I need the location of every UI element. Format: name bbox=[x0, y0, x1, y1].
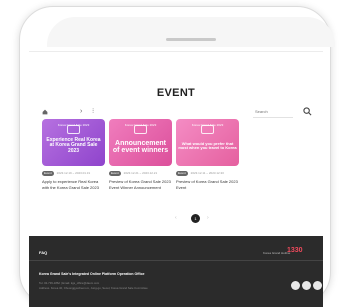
event-thumbnail[interactable]: Korea Grand Sale 2023 Experience Real Ko… bbox=[42, 119, 105, 166]
organization-name: Korea Grand Sale's Integrated Online Pla… bbox=[39, 272, 145, 276]
youtube-icon[interactable] bbox=[313, 281, 322, 290]
page-1-button[interactable]: 1 bbox=[191, 214, 200, 223]
page-title: EVENT bbox=[156, 87, 196, 99]
screen: EVENT › ⁝ Korea Grand Sale 2023 Experien… bbox=[29, 51, 323, 307]
event-title[interactable]: Apply to experience Real Korea with the … bbox=[42, 179, 105, 191]
toolbar: › ⁝ bbox=[39, 106, 313, 120]
event-card[interactable]: Korea Grand Sale 2023 What would you pre… bbox=[176, 119, 239, 191]
phone-frame: EVENT › ⁝ Korea Grand Sale 2023 Experien… bbox=[19, 6, 335, 307]
footer: FAQ Korea Grand Hotline 1330 Korea Grand… bbox=[29, 236, 323, 307]
thumbnail-text: Experience Real Korea at Korea Grand Sal… bbox=[46, 137, 101, 154]
event-date: 2023.12.11 ~ 2023.12.30 bbox=[190, 171, 224, 175]
event-title[interactable]: Preview of Korea Grand Sale 2023 Event bbox=[176, 179, 239, 191]
facebook-icon[interactable] bbox=[291, 281, 300, 290]
search-input[interactable] bbox=[253, 106, 293, 118]
faq-link[interactable]: FAQ bbox=[39, 250, 47, 255]
prev-page-button[interactable]: ‹ bbox=[175, 215, 177, 221]
home-icon[interactable] bbox=[42, 109, 48, 115]
event-badge: Event bbox=[176, 170, 188, 176]
event-badge: Event bbox=[109, 170, 121, 176]
address-info: Address. Korea 40, Cheonggyecheon-ro, Ju… bbox=[39, 286, 148, 290]
footer-divider bbox=[29, 260, 323, 261]
event-card[interactable]: Korea Grand Sale 2023 Experience Real Ko… bbox=[42, 119, 105, 191]
call-center-number[interactable]: 1330 bbox=[287, 247, 303, 254]
ticket-icon bbox=[134, 125, 147, 134]
event-title[interactable]: Preview of Korea Grand Sale 2023 Event W… bbox=[109, 179, 172, 191]
event-thumbnail[interactable]: Korea Grand Sale 2023 What would you pre… bbox=[176, 119, 239, 166]
pagination: ‹ 1 › bbox=[29, 214, 323, 223]
thumbnail-text: Announcement of event winners bbox=[112, 140, 169, 155]
breadcrumb-arrow: › bbox=[80, 108, 83, 115]
event-badge: Event bbox=[42, 170, 54, 176]
event-date: 2023.12.19 ~ 2023.01.31 bbox=[56, 171, 91, 175]
search-icon[interactable] bbox=[303, 107, 312, 116]
ticket-icon bbox=[67, 125, 80, 134]
event-date: 2023.12.21 ~ 2023.12.21 bbox=[123, 171, 158, 175]
contact-info: Tel. 02-739-1862 | Email. kgs_office@dau… bbox=[39, 281, 100, 285]
next-page-button[interactable]: › bbox=[207, 215, 209, 221]
breadcrumb-menu[interactable]: ⁝ bbox=[92, 107, 94, 115]
thumbnail-text: What would you prefer that most when you… bbox=[178, 141, 237, 151]
phone-notch bbox=[47, 17, 335, 47]
event-thumbnail[interactable]: Korea Grand Sale 2023 Announcement of ev… bbox=[109, 119, 172, 166]
instagram-icon[interactable] bbox=[302, 281, 311, 290]
ticket-icon bbox=[201, 125, 214, 134]
event-card[interactable]: Korea Grand Sale 2023 Announcement of ev… bbox=[109, 119, 172, 191]
speaker-slot bbox=[166, 38, 216, 41]
